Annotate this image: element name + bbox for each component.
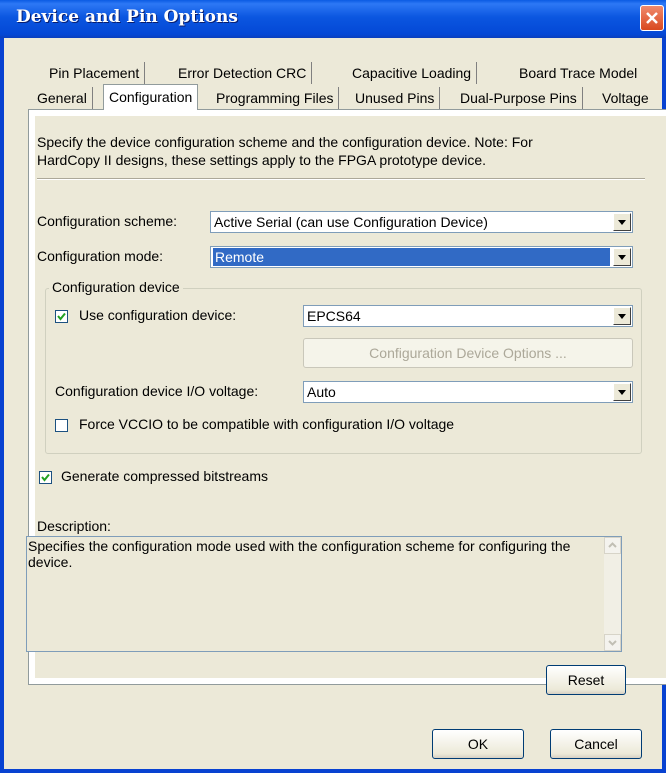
force-vccio-checkbox[interactable] (55, 419, 68, 432)
check-icon (41, 473, 50, 482)
tab-pin-placement[interactable]: Pin Placement (44, 62, 146, 84)
close-icon (646, 12, 658, 24)
compressed-bitstreams-checkbox[interactable] (39, 471, 52, 484)
tab-voltage[interactable]: Voltage (597, 87, 654, 109)
divider (37, 178, 645, 180)
chevron-up-icon (608, 542, 617, 548)
io-voltage-label: Configuration device I/O voltage: (55, 383, 259, 399)
tab-capacitive-loading[interactable]: Capacitive Loading (347, 62, 478, 84)
chevron-down-icon (608, 640, 617, 646)
description-scrollbar[interactable] (604, 537, 621, 651)
tab-unused-pins[interactable]: Unused Pins (350, 87, 441, 109)
tab-dual-purpose-pins[interactable]: Dual-Purpose Pins (455, 87, 583, 109)
ok-button[interactable]: OK (432, 729, 524, 759)
description-box[interactable]: Specifies the configuration mode used wi… (26, 536, 622, 652)
tab-programming-files[interactable]: Programming Files (211, 87, 340, 109)
io-voltage-value: Auto (307, 384, 336, 400)
dialog-window: Device and Pin Options Pin Placement Err… (0, 0, 666, 773)
io-voltage-dropdown-button[interactable] (613, 383, 631, 401)
scheme-dropdown-button[interactable] (613, 213, 631, 231)
intro-text-line2: HardCopy II designs, these settings appl… (37, 152, 487, 168)
use-config-device-checkbox[interactable] (55, 310, 68, 323)
title-bar[interactable]: Device and Pin Options (0, 0, 666, 38)
scheme-value: Active Serial (can use Configuration Dev… (214, 214, 488, 230)
check-icon (57, 312, 66, 321)
use-config-device-label: Use configuration device: (79, 307, 237, 323)
tab-general[interactable]: General (32, 87, 93, 109)
scheme-dropdown[interactable]: Active Serial (can use Configuration Dev… (210, 211, 633, 233)
mode-dropdown-button[interactable] (613, 248, 631, 266)
config-device-options-button[interactable]: Configuration Device Options ... (303, 338, 633, 368)
chevron-down-icon (618, 314, 626, 319)
compressed-bitstreams-label: Generate compressed bitstreams (61, 468, 268, 484)
reset-button[interactable]: Reset (546, 665, 626, 695)
cancel-button[interactable]: Cancel (550, 729, 642, 759)
scroll-down-button[interactable] (604, 634, 621, 651)
chevron-down-icon (618, 390, 626, 395)
window-title: Device and Pin Options (16, 7, 238, 27)
configuration-device-group-label: Configuration device (49, 279, 183, 295)
config-device-dropdown[interactable]: EPCS64 (303, 305, 633, 327)
tab-configuration[interactable]: Configuration (103, 84, 199, 110)
tab-error-detection-crc[interactable]: Error Detection CRC (173, 62, 313, 84)
chevron-down-icon (618, 255, 626, 260)
description-label: Description: (37, 518, 111, 534)
scheme-label: Configuration scheme: (37, 213, 178, 229)
scroll-up-button[interactable] (604, 537, 621, 554)
config-device-dropdown-button[interactable] (613, 307, 631, 325)
io-voltage-dropdown[interactable]: Auto (303, 381, 633, 403)
close-button[interactable] (640, 5, 664, 31)
intro-text-line1: Specify the device configuration scheme … (37, 134, 533, 150)
mode-dropdown[interactable]: Remote (210, 246, 633, 268)
config-device-value: EPCS64 (307, 308, 361, 324)
mode-value: Remote (213, 248, 610, 266)
description-text: Specifies the configuration mode used wi… (28, 538, 571, 570)
mode-label: Configuration mode: (37, 248, 164, 264)
force-vccio-label: Force VCCIO to be compatible with config… (79, 416, 455, 432)
tab-board-trace-model[interactable]: Board Trace Model (514, 62, 642, 84)
chevron-down-icon (618, 220, 626, 225)
